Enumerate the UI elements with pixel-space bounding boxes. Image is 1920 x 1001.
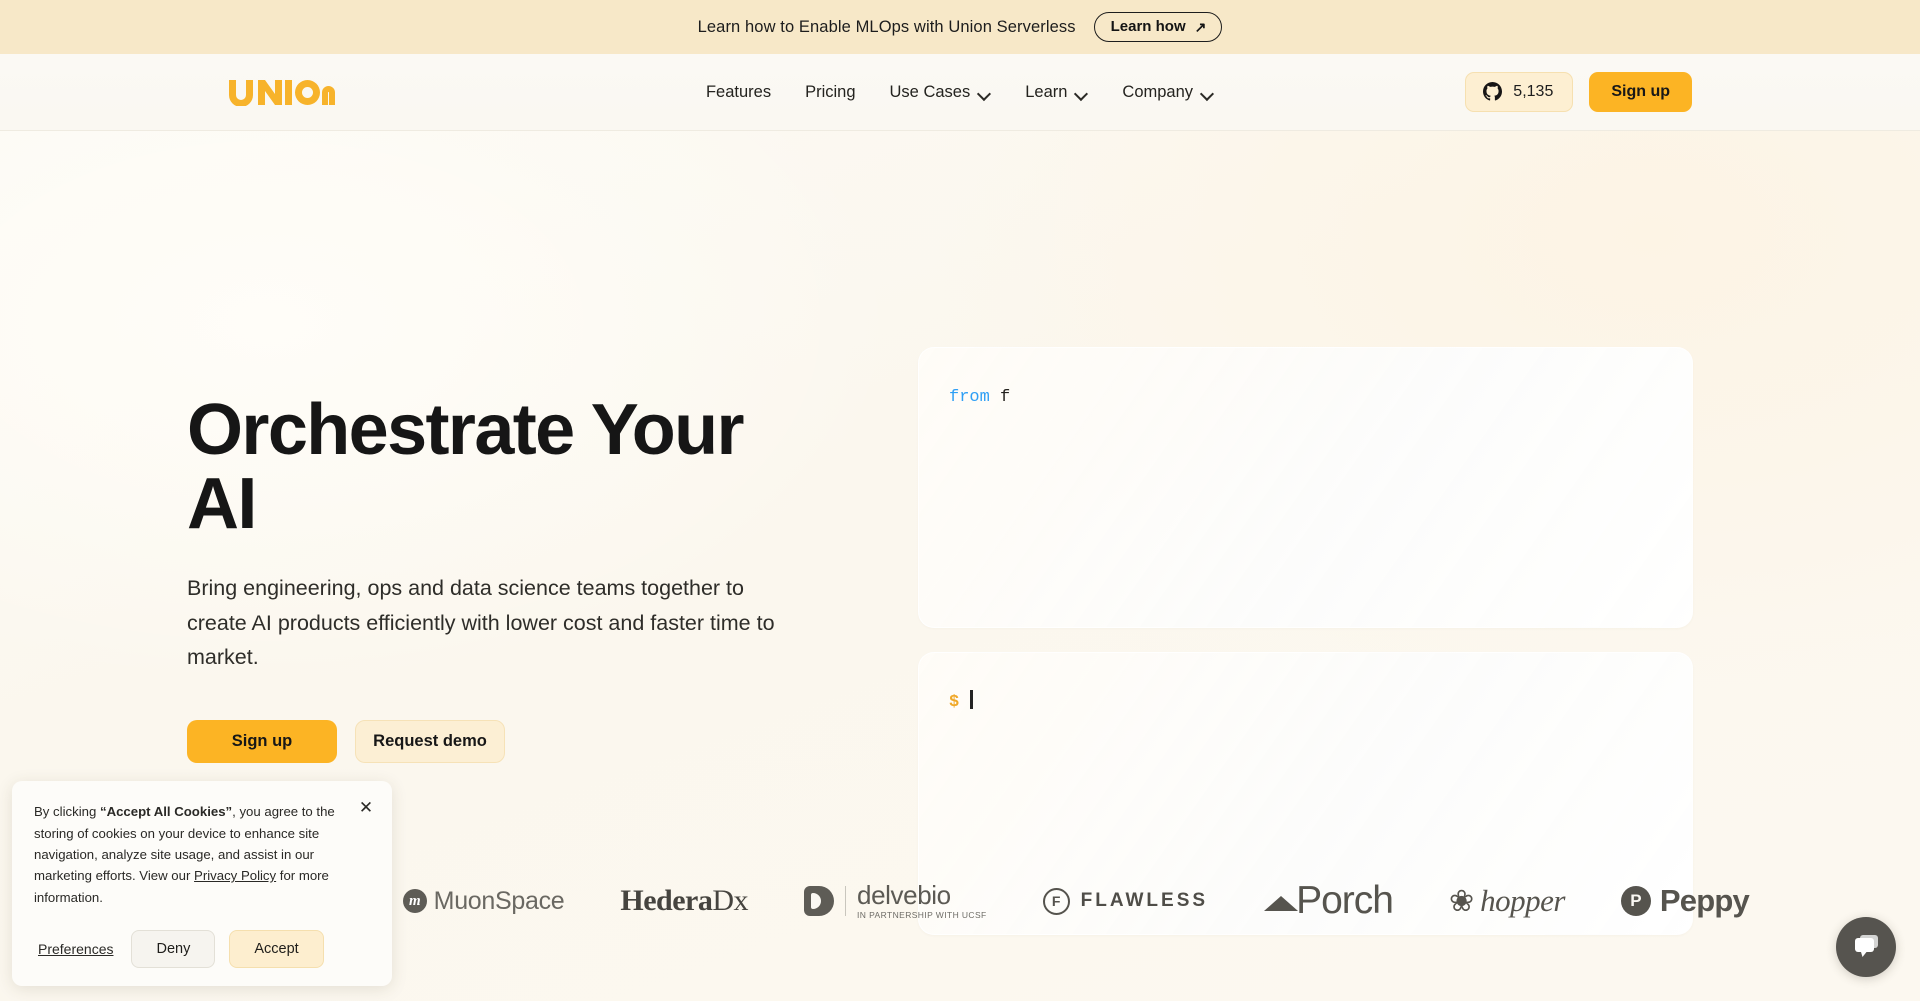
divider [845,886,846,916]
privacy-policy-link[interactable]: Privacy Policy [194,868,276,883]
hero-request-demo-button[interactable]: Request demo [355,720,505,763]
nav-actions: 5,135 Sign up [1465,72,1692,112]
nav-item-label: Learn [1025,83,1067,102]
code-keyword: from [949,388,990,407]
announcement-bar: Learn how to Enable MLOps with Union Ser… [0,0,1920,54]
nav-item-label: Company [1122,83,1193,102]
cookie-banner-actions: Preferences Deny Accept [34,930,370,968]
hero-section: Orchestrate Your AI Bring engineering, o… [0,131,1920,1001]
chat-widget-button[interactable] [1836,917,1896,977]
chat-bubble-icon [1851,933,1881,961]
hopper-rabbit-icon: ❀ [1449,884,1474,919]
hero-cta-group: Sign up Request demo [187,720,827,763]
logo-muonspace: m MuonSpace [403,873,565,929]
nav-item-use-cases[interactable]: Use Cases [890,77,992,108]
flawless-mark-icon: F [1043,888,1070,915]
chevron-down-icon [1201,87,1214,100]
logo-delvebio-text: delvebio [857,882,987,909]
hero-content: Orchestrate Your AI Bring engineering, o… [187,393,827,763]
cookie-consent-banner: ✕ By clicking “Accept All Cookies”, you … [12,781,392,986]
github-star-count: 5,135 [1513,84,1553,100]
logo-hederadx: HederaDx [620,873,748,929]
logo-flawless: F FLAWLESS [1043,873,1208,929]
logo-muonspace-text: MuonSpace [434,887,565,916]
nav-item-company[interactable]: Company [1122,77,1214,108]
logo-hedera-light: Dx [712,884,748,917]
terminal-cursor [970,690,973,709]
logo-delvebio-sub: IN PARTNERSHIP WITH UCSF [857,911,987,920]
logo-peppy: P Peppy [1621,873,1749,929]
porch-chevron-icon [1264,896,1298,911]
cookie-text-part1: By clicking [34,804,100,819]
peppy-mark-icon: P [1621,886,1651,916]
nav-item-label: Use Cases [890,83,971,102]
logo-peppy-text: Peppy [1660,883,1749,919]
chevron-down-icon [978,87,991,100]
muon-badge-icon: m [403,889,427,913]
cookie-accept-button[interactable]: Accept [229,930,323,968]
logo-delvebio: delvebio IN PARTNERSHIP WITH UCSF [804,873,987,929]
nav-item-learn[interactable]: Learn [1025,77,1088,108]
nav-links: Features Pricing Use Cases Learn Company [706,77,1214,108]
logo-hedera-bold: Hedera [620,884,712,917]
terminal-prompt-symbol: $ [949,693,959,712]
nav-item-label: Pricing [805,83,855,102]
code-text: f [990,388,1010,407]
cookie-banner-text: By clicking “Accept All Cookies”, you ag… [34,801,370,908]
hero-title: Orchestrate Your AI [187,393,827,541]
github-stars-button[interactable]: 5,135 [1465,72,1573,112]
announcement-text: Learn how to Enable MLOps with Union Ser… [698,18,1076,37]
delve-mark-icon [804,886,834,916]
chevron-down-icon [1075,87,1088,100]
nav-item-features[interactable]: Features [706,77,771,108]
arrow-up-right-icon: ↗ [1195,20,1207,34]
union-logo[interactable] [227,78,335,106]
code-line: from f [949,384,1662,411]
union-wordmark-icon [227,78,335,106]
logo-porch: Porch [1264,873,1393,929]
code-preview-panel: from f [918,347,1693,628]
main-navbar: Features Pricing Use Cases Learn Company… [0,54,1920,131]
logo-hopper: ❀ hopper [1449,873,1565,929]
nav-item-pricing[interactable]: Pricing [805,77,855,108]
cookie-text-bold: “Accept All Cookies” [100,804,232,819]
cookie-preferences-button[interactable]: Preferences [34,941,117,957]
hero-signup-button[interactable]: Sign up [187,720,337,763]
nav-signup-button[interactable]: Sign up [1589,72,1692,112]
terminal-line: $ [949,689,1662,716]
announcement-learn-how-button[interactable]: Learn how ↗ [1094,12,1223,42]
logo-flawless-text: FLAWLESS [1081,890,1208,912]
nav-item-label: Features [706,83,771,102]
github-icon [1483,82,1502,101]
close-icon[interactable]: ✕ [356,797,376,817]
announcement-button-label: Learn how [1111,19,1186,34]
hero-subtitle: Bring engineering, ops and data science … [187,571,797,674]
cookie-deny-button[interactable]: Deny [131,930,215,968]
logo-hopper-text: hopper [1480,883,1565,919]
logo-porch-text: Porch [1296,879,1393,923]
